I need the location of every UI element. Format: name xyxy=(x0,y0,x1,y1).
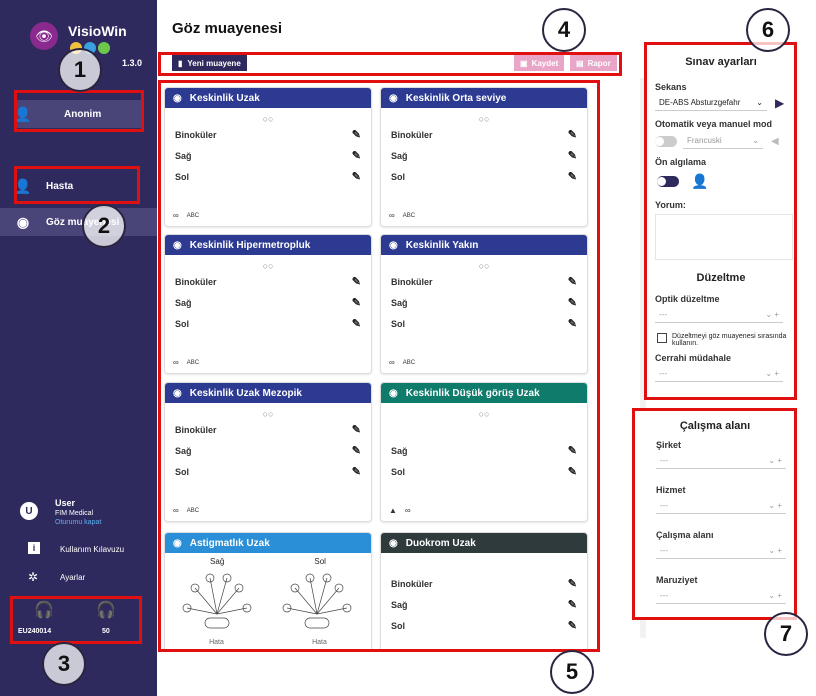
page-title: Göz muayenesi xyxy=(172,20,283,37)
marker-2: 2 xyxy=(82,204,126,248)
marker-7: 7 xyxy=(764,612,808,656)
annotation-box xyxy=(158,80,600,652)
sidebar-item-eye-exam[interactable]: ◉ Göz muayenesi xyxy=(0,208,157,236)
eye-icon: ◉ xyxy=(16,213,30,230)
app-version: 1.3.0 xyxy=(122,58,143,68)
annotation-box xyxy=(644,42,797,400)
marker-1: 1 xyxy=(58,48,102,92)
manual-link[interactable]: Kullanım Kılavuzu xyxy=(60,545,124,554)
avatar: U xyxy=(20,502,38,520)
marker-3: 3 xyxy=(42,642,86,686)
logout-link[interactable]: Oturumu kapat xyxy=(55,519,101,526)
user-name: User xyxy=(55,498,76,508)
marker-5: 5 xyxy=(550,650,594,694)
battery-icon xyxy=(98,42,110,54)
marker-4: 4 xyxy=(542,8,586,52)
annotation-box xyxy=(14,90,144,132)
annotation-box xyxy=(158,52,622,76)
annotation-box xyxy=(632,408,797,620)
manual-icon: i xyxy=(28,542,40,554)
app-name: VisioWin xyxy=(68,23,127,39)
gear-icon: ✲ xyxy=(28,570,39,584)
annotation-box xyxy=(10,596,142,644)
marker-6: 6 xyxy=(746,8,790,52)
annotation-box xyxy=(14,166,140,204)
eye-logo-icon: 👁 xyxy=(30,22,58,50)
settings-link[interactable]: Ayarlar xyxy=(60,573,85,582)
user-org: FIM Medical xyxy=(55,510,94,517)
